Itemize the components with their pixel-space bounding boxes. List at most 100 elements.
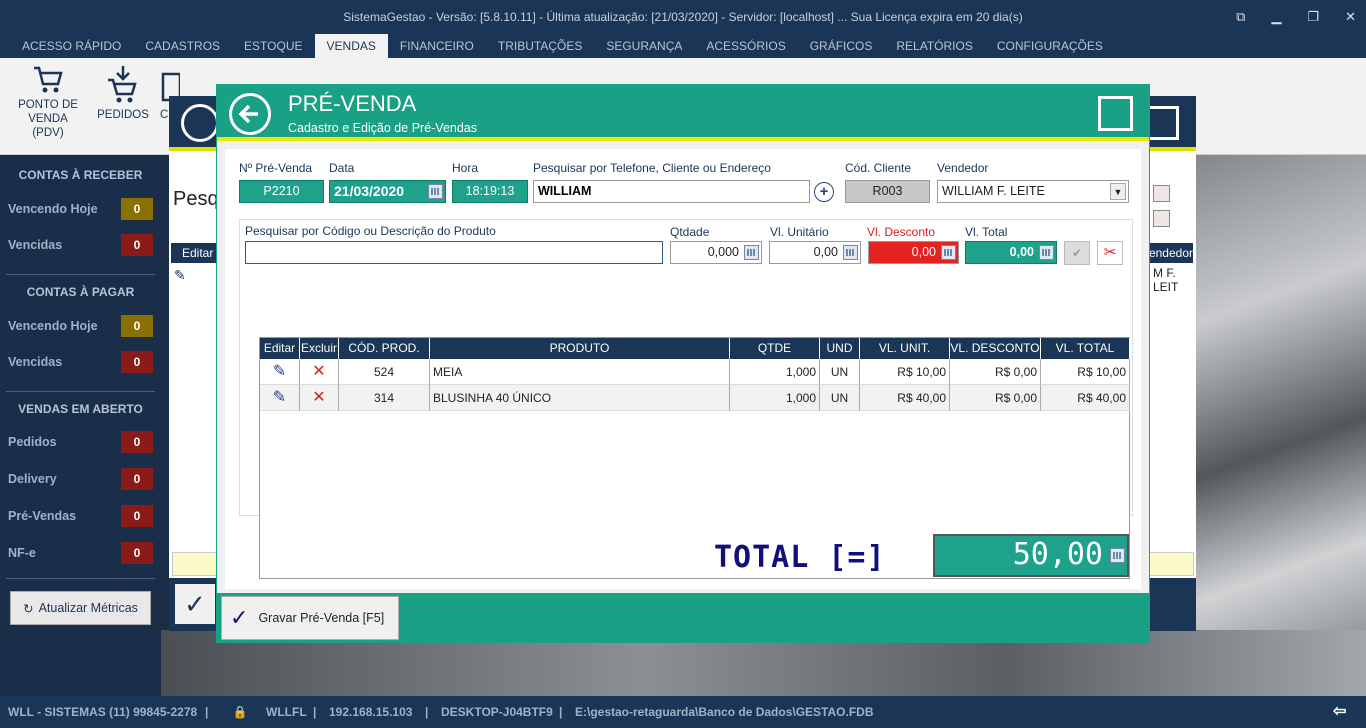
customer-code-field[interactable]: R003 [845,180,930,203]
grand-total-field: 50,00 [933,534,1129,577]
cell-produto: MEIA [430,359,730,385]
add-customer-icon[interactable]: + [814,182,834,202]
window-controls: ⧉ ▁ ❐ ✕ [1236,0,1356,34]
pagar-vencidas[interactable]: Vencidas 0 [8,351,153,373]
edit-icon[interactable]: ✎ [260,385,300,411]
check-icon[interactable]: ✓ [175,584,215,624]
aberto-nfe[interactable]: NF-e 0 [8,542,153,564]
database-path: E:\gestao-retaguarda\Banco de Dados\GEST… [575,705,874,719]
label-num-prevenda: Nº Pré-Venda [239,161,313,175]
cell-total: R$ 10,00 [1041,359,1130,385]
maximize-icon[interactable]: ❐ [1307,9,1319,25]
menu-vendas[interactable]: VENDAS [314,34,388,58]
cell-desconto: R$ 0,00 [950,359,1041,385]
label-cod-cliente: Cód. Cliente [845,161,912,175]
confirm-item-icon[interactable]: ✔ [1064,241,1090,265]
save-prevenda-button[interactable]: ✓ Gravar Pré-Venda [F5] [221,596,399,640]
refresh-icon: ↻ [23,601,34,616]
aberto-prevendas[interactable]: Pré-Vendas 0 [8,505,153,527]
label-qtdade: Qtdade [670,225,710,239]
cart-down-icon [108,66,137,103]
time-field[interactable]: 18:19:13 [452,180,528,203]
restore-window-icon[interactable]: ⧉ [1236,9,1245,25]
customer-search-input[interactable]: WILLIAM [533,180,810,203]
maximize-icon[interactable] [1145,106,1179,140]
maximize-icon[interactable] [1098,96,1133,131]
cell-cod: 314 [339,385,430,411]
label-vl-total: Vl. Total [965,225,1008,239]
total-input[interactable]: 0,00 [965,241,1057,264]
col-vendedor: Vendedor [1150,243,1193,263]
exit-icon[interactable]: ⇦ [1333,696,1346,728]
cell-qtde: 1,000 [730,359,820,385]
calculator-icon[interactable] [744,245,759,260]
pdv-button[interactable]: PONTO DE VENDA (PDV) [12,64,84,140]
dialog-subtitle: Cadastro e Edição de Pré-Vendas [288,121,478,135]
col-header: VL. UNIT. [860,338,950,359]
menu-acesso-rapido[interactable]: ACESSO RÁPIDO [10,34,133,58]
num-prevenda-field[interactable]: P2210 [239,180,324,203]
menu-relatorios[interactable]: RELATÓRIOS [884,34,984,58]
dialog-title: PRÉ-VENDA [288,91,417,116]
receber-vencendo-hoje[interactable]: Vencendo Hoje 0 [8,198,153,220]
calculator-icon[interactable] [941,245,956,260]
calculator-icon[interactable] [843,245,858,260]
minimize-icon[interactable]: ▁ [1271,9,1281,25]
label-data: Data [329,161,355,175]
salesperson-select[interactable]: WILLIAM F. LEITE ▼ [937,180,1129,203]
vendas-aberto-heading: VENDAS EM ABERTO [18,402,143,416]
back-arrow-icon[interactable] [181,104,219,142]
menu-financeiro[interactable]: FINANCEIRO [388,34,486,58]
cell-und: UN [820,385,860,411]
calculator-icon[interactable] [1110,548,1125,563]
unit-price-input[interactable]: 0,00 [769,241,861,264]
quantity-input[interactable]: 0,000 [670,241,762,264]
window-title: SistemaGestao - Versão: [5.8.10.11] - Úl… [0,0,1366,34]
delete-icon[interactable]: ✕ [300,385,339,411]
label-vl-desconto: Vl. Desconto [867,225,936,239]
menu-tributacoes[interactable]: TRIBUTAÇÕES [486,34,594,58]
check-icon: ✓ [230,605,249,630]
count-badge: 0 [121,468,153,490]
pedidos-button[interactable]: PEDIDOS [96,64,150,122]
aberto-pedidos[interactable]: Pedidos 0 [8,431,153,453]
label-vl-unitario: Vl. Unitário [770,225,829,239]
close-icon[interactable]: ✕ [1345,9,1356,25]
back-arrow-icon[interactable] [229,93,271,135]
separator: | [205,705,209,719]
pre-venda-dialog: PRÉ-VENDA Cadastro e Edição de Pré-Venda… [216,84,1150,643]
calculator-icon[interactable] [1039,245,1054,260]
cell-unit: R$ 10,00 [860,359,950,385]
delete-icon[interactable]: ✕ [300,359,339,385]
dialog-header: PRÉ-VENDA Cadastro e Edição de Pré-Venda… [217,85,1149,141]
menu-cadastros[interactable]: CADASTROS [133,34,232,58]
count-badge: 0 [121,542,153,564]
pagar-vencendo-hoje[interactable]: Vencendo Hoje 0 [8,315,153,337]
edit-icon[interactable]: ✎ [174,267,186,284]
aberto-delivery[interactable]: Delivery 0 [8,468,153,490]
cell-produto: BLUSINHA 40 ÚNICO [430,385,730,411]
menu-seguranca[interactable]: SEGURANÇA [594,34,694,58]
cart-icon [34,66,63,93]
chevron-down-icon[interactable]: ▼ [1110,183,1126,200]
receber-vencidas[interactable]: Vencidas 0 [8,234,153,256]
menu-graficos[interactable]: GRÁFICOS [798,34,885,58]
count-badge: 0 [121,505,153,527]
lock-icon: 🔒 [232,705,248,719]
menu-configuracoes[interactable]: CONFIGURAÇÕES [985,34,1115,58]
contas-pagar-heading: CONTAS À PAGAR [26,285,135,299]
calendar-icon[interactable] [1153,210,1170,227]
calendar-icon[interactable] [428,184,443,199]
refresh-metrics-button[interactable]: ↻ Atualizar Métricas [10,591,151,625]
cell-und: UN [820,359,860,385]
separator: | [425,705,429,719]
calendar-icon[interactable] [1153,185,1170,202]
edit-icon[interactable]: ✎ [260,359,300,385]
clear-item-icon[interactable]: ✂ [1097,241,1123,265]
date-field[interactable]: 21/03/2020 [329,180,446,203]
discount-input[interactable]: 0,00 [868,241,959,264]
menu-acessorios[interactable]: ACESSÓRIOS [694,34,797,58]
label-pesquisar-cliente: Pesquisar por Telefone, Cliente ou Ender… [533,161,771,175]
menu-estoque[interactable]: ESTOQUE [232,34,314,58]
product-search-input[interactable] [245,241,663,264]
